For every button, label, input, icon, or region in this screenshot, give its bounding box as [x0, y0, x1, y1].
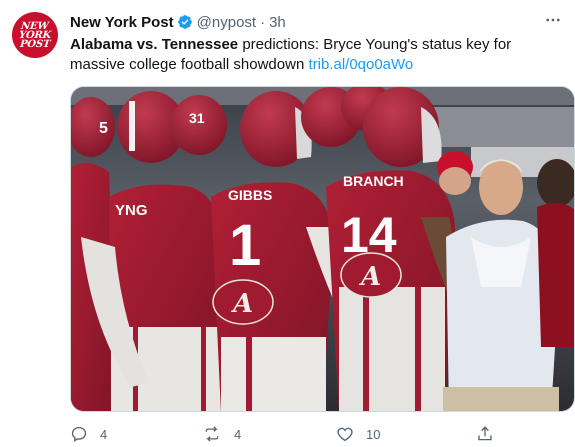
- share-icon: [478, 426, 492, 441]
- jersey-number-partial: 5: [99, 120, 108, 137]
- retweet-button[interactable]: 4: [202, 422, 241, 446]
- tweet-header: New York Post @nypost · 3h: [70, 12, 286, 32]
- avatar-text-3: POST: [19, 38, 51, 50]
- tweet[interactable]: NEW YORK POST New York Post @nypost · 3h…: [0, 0, 575, 447]
- logo-letter-branch: A: [358, 262, 381, 292]
- more-dots-icon[interactable]: [543, 10, 563, 30]
- like-button[interactable]: 10: [336, 422, 380, 446]
- tweet-text-bold: Alabama vs. Tennessee: [70, 36, 239, 53]
- football-team-photo: 5 YNG 31 GIBBS 1 A BRANCH 14 A: [71, 87, 574, 411]
- share-button[interactable]: [476, 422, 494, 446]
- tweet-media-photo[interactable]: 5 YNG 31 GIBBS 1 A BRANCH 14 A: [70, 86, 575, 412]
- reply-icon: [71, 426, 87, 442]
- tweet-text: Alabama vs. Tennessee predictions: Bryce…: [70, 35, 565, 75]
- like-count: 10: [366, 426, 381, 442]
- author-handle[interactable]: @nypost: [197, 14, 256, 31]
- player-name-gibbs: GIBBS: [228, 187, 272, 203]
- reply-button[interactable]: 4: [70, 422, 107, 446]
- timestamp[interactable]: 3h: [269, 14, 286, 31]
- tweet-link[interactable]: trib.al/0qo0aWo: [308, 56, 413, 73]
- avatar[interactable]: NEW YORK POST: [12, 12, 58, 58]
- tweet-actions: 4 4 10: [70, 422, 500, 446]
- reply-count: 4: [100, 426, 108, 442]
- verified-badge-icon: [177, 14, 193, 30]
- author-name[interactable]: New York Post: [70, 14, 174, 31]
- logo-letter-gibbs: A: [230, 289, 253, 319]
- player-name-branch: BRANCH: [343, 173, 404, 189]
- retweet-count: 4: [234, 426, 242, 442]
- heart-icon: [337, 427, 353, 442]
- player-name-left: YNG: [115, 202, 148, 219]
- retweet-icon: [205, 426, 219, 442]
- jersey-number-31: 31: [189, 110, 205, 126]
- separator-dot: ·: [260, 13, 266, 31]
- jersey-number-gibbs: 1: [229, 213, 261, 278]
